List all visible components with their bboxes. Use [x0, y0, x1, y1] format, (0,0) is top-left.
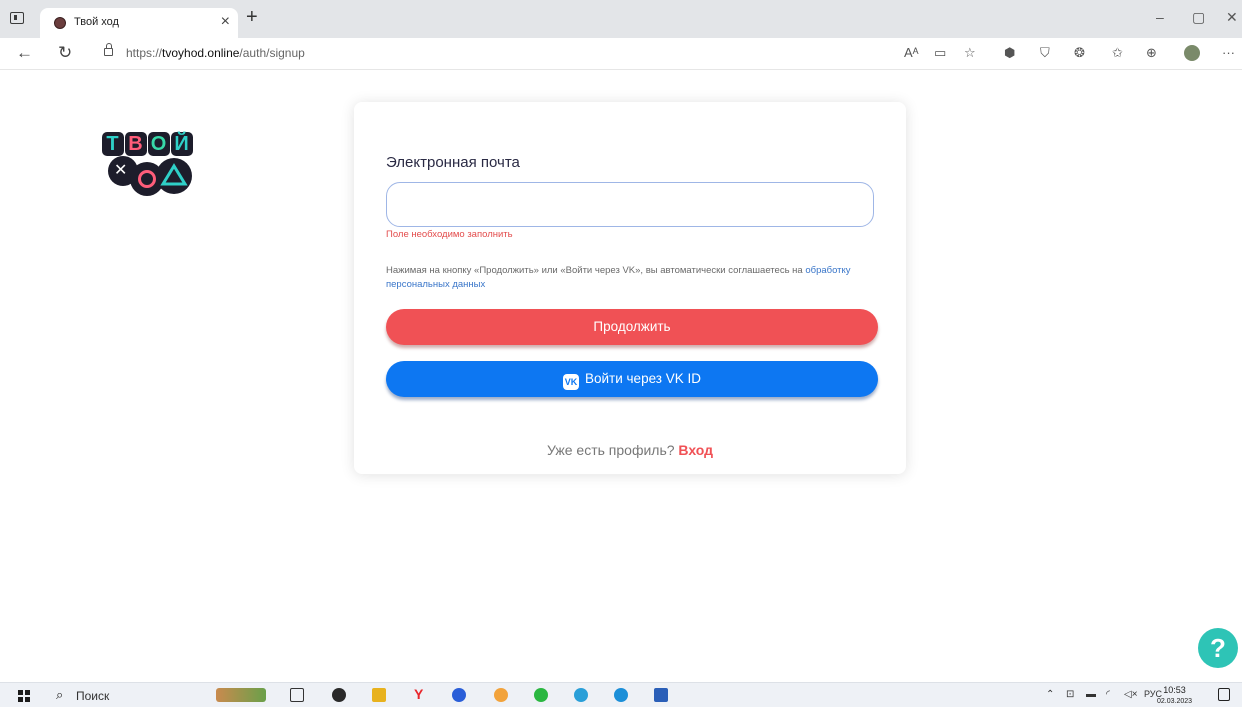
- email-error-text: Поле необходимо заполнить: [386, 229, 513, 240]
- tray-volume-icon[interactable]: ◁×: [1124, 689, 1138, 700]
- logo-letter: Й: [171, 132, 193, 156]
- taskbar-search-label[interactable]: Поиск: [76, 689, 109, 703]
- continue-button[interactable]: Продолжить: [386, 309, 878, 345]
- telegram-icon[interactable]: [574, 688, 588, 702]
- vk-login-label: Войти через VK ID: [585, 371, 701, 386]
- more-menu-icon[interactable]: ···: [1222, 45, 1235, 60]
- immersive-reader-icon[interactable]: ▭: [934, 45, 946, 61]
- tray-wifi-icon[interactable]: ◜: [1106, 689, 1110, 700]
- yandex-browser-icon[interactable]: Y: [414, 687, 428, 701]
- vk-login-button[interactable]: VK Войти через VK ID: [386, 361, 878, 397]
- tray-chevron-icon[interactable]: ⌃: [1046, 689, 1054, 700]
- new-tab-button[interactable]: +: [246, 6, 258, 29]
- email-input[interactable]: [386, 182, 874, 227]
- browser-tab-bar: Твой ход × + – ▢ ✕: [0, 0, 1242, 38]
- back-arrow-icon[interactable]: ←: [16, 43, 33, 63]
- window-minimize-button[interactable]: –: [1156, 9, 1164, 25]
- media-app-icon[interactable]: [332, 688, 346, 702]
- extension-guard-icon[interactable]: ⛉: [1040, 45, 1050, 61]
- edge-browser-icon[interactable]: [614, 688, 628, 702]
- windows-start-icon[interactable]: [18, 690, 30, 702]
- help-button[interactable]: ?: [1198, 628, 1238, 668]
- task-view-icon[interactable]: [290, 688, 304, 702]
- email-label: Электронная почта: [386, 154, 520, 171]
- login-link[interactable]: Вход: [678, 442, 713, 458]
- collections-icon[interactable]: ⊕: [1146, 45, 1157, 61]
- taskbar-search-icon[interactable]: ⌕: [56, 687, 63, 703]
- address-bar[interactable]: https://tvoyhod.online/auth/signup: [126, 46, 305, 60]
- logo-triangle-shape: [156, 158, 192, 194]
- browser-tab[interactable]: Твой ход ×: [40, 8, 238, 38]
- signup-card: Электронная почта Поле необходимо заполн…: [354, 102, 906, 474]
- os-taskbar: ⌕ Поиск Y ⌃ ⊡ ▬ ◜ ◁× РУС 10:53 02.03.202…: [0, 682, 1242, 707]
- screen: Твой ход × + – ▢ ✕ ← ↻ https://tvoyhod.o…: [0, 0, 1242, 707]
- logo-x-icon: ✕: [114, 162, 128, 179]
- file-explorer-icon[interactable]: [372, 688, 386, 702]
- logo-letter: Т: [102, 132, 124, 156]
- tray-network-icon[interactable]: ⊡: [1066, 689, 1074, 700]
- browser-nav-bar: ← ↻ https://tvoyhod.online/auth/signup A…: [0, 38, 1242, 70]
- read-aloud-icon[interactable]: Aᴬ: [904, 45, 919, 60]
- consent-text: Нажимая на кнопку «Продолжить» или «Войт…: [386, 265, 851, 290]
- notification-center-icon[interactable]: [1218, 688, 1230, 701]
- logo-triangle-icon: [160, 163, 188, 186]
- tray-clock[interactable]: 10:53 02.03.2023: [1157, 685, 1192, 707]
- vk-icon: VK: [563, 374, 579, 390]
- refresh-icon[interactable]: ↻: [58, 43, 72, 63]
- tray-time: 10:53: [1163, 685, 1186, 695]
- app-icon[interactable]: [494, 688, 508, 702]
- tray-date: 02.03.2023: [1157, 698, 1193, 705]
- window-close-button[interactable]: ✕: [1226, 9, 1238, 26]
- lock-icon[interactable]: [104, 43, 113, 56]
- app-icon[interactable]: [452, 688, 466, 702]
- whatsapp-icon[interactable]: [534, 688, 548, 702]
- tab-actions-icon[interactable]: [10, 12, 24, 24]
- have-profile-text: Уже есть профиль?: [546, 442, 675, 458]
- logo-letters: ТВОЙ: [102, 132, 194, 156]
- tray-battery-icon[interactable]: ▬: [1086, 689, 1096, 700]
- site-favicon-icon: [54, 17, 66, 29]
- login-row: Уже есть профиль? Вход: [354, 442, 906, 458]
- word-icon[interactable]: [654, 688, 668, 702]
- tab-title: Твой ход: [74, 16, 119, 28]
- widgets-icon[interactable]: [216, 688, 266, 702]
- tab-close-icon[interactable]: ×: [221, 13, 230, 31]
- profile-avatar[interactable]: [1184, 45, 1200, 61]
- logo-ring-icon: [138, 170, 156, 188]
- favorites-icon[interactable]: ✩: [1112, 45, 1123, 61]
- extensions-icon[interactable]: ❂: [1074, 45, 1085, 61]
- logo-shapes: ✕: [108, 156, 194, 196]
- window-restore-button[interactable]: ▢: [1192, 9, 1205, 26]
- extension-shield-icon[interactable]: ⬢: [1004, 45, 1015, 61]
- logo-letter: В: [125, 132, 147, 156]
- add-favorite-icon[interactable]: ☆: [964, 45, 976, 61]
- logo-letter: О: [148, 132, 170, 156]
- site-logo[interactable]: ТВОЙ ✕: [102, 132, 194, 198]
